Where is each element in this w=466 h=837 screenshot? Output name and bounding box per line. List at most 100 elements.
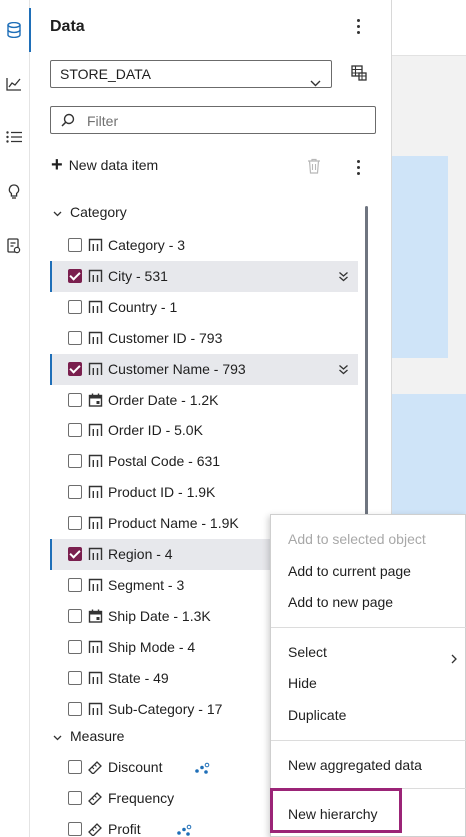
data-item-row[interactable]: Customer ID - 793 (50, 323, 358, 354)
data-item-row[interactable]: Postal Code - 631 (50, 446, 358, 477)
data-item-checkbox[interactable] (68, 454, 82, 469)
data-item-checkbox[interactable] (68, 547, 82, 561)
pane-title: Data (50, 18, 85, 35)
menu-divider (271, 740, 466, 741)
data-item-label: Customer ID - 793 (108, 329, 223, 346)
group-label: Category (70, 204, 127, 220)
chevron-down-icon (53, 204, 62, 220)
calendar-icon (88, 393, 103, 407)
data-item-checkbox[interactable] (68, 608, 82, 623)
chevron-down-icon (53, 728, 62, 744)
data-item-row[interactable]: City - 531 (50, 260, 358, 292)
data-source-value: STORE_DATA (60, 66, 152, 82)
left-rail (0, 0, 31, 837)
scrollbar[interactable] (365, 206, 368, 531)
data-item-row[interactable]: Customer Name - 793 (50, 353, 358, 385)
list-icon[interactable] (5, 128, 23, 146)
new-data-item-button[interactable]: + New data item (51, 154, 159, 176)
pane-options-icon[interactable] (350, 16, 366, 36)
data-item-checkbox[interactable] (68, 238, 82, 252)
data-item-checkbox[interactable] (68, 268, 82, 283)
menu-duplicate[interactable]: Duplicate (288, 707, 346, 723)
data-item-checkbox[interactable] (68, 791, 82, 806)
data-item-label: Order Date - 1.2K (108, 391, 219, 408)
data-item-row[interactable]: Product ID - 1.9K (50, 477, 358, 508)
report-icon[interactable] (5, 237, 23, 255)
lightbulb-icon[interactable] (5, 183, 23, 201)
chevron-right-icon (451, 651, 457, 669)
data-source-select[interactable]: STORE_DATA (50, 60, 332, 88)
data-item-checkbox[interactable] (68, 639, 82, 654)
data-item-label: Ship Mode - 4 (108, 638, 196, 655)
data-item-checkbox[interactable] (68, 485, 82, 500)
category-icon (88, 516, 103, 530)
data-item-label: Customer Name - 793 (108, 360, 246, 377)
measure-icon (88, 760, 103, 776)
group-label: Measure (70, 728, 125, 745)
data-item-checkbox[interactable] (68, 822, 82, 837)
category-icon (88, 702, 103, 716)
menu-add-to-new-page[interactable]: Add to new page (288, 594, 393, 610)
new-data-item-label: New data item (68, 157, 159, 173)
menu-hide[interactable]: Hide (288, 675, 317, 691)
group-measure[interactable]: Measure (53, 728, 124, 744)
category-icon (88, 238, 103, 252)
menu-select[interactable]: Select (288, 644, 327, 660)
category-icon (88, 423, 103, 437)
data-item-label: Region - 4 (108, 546, 173, 562)
expand-icon[interactable] (338, 269, 349, 285)
data-item-options-icon[interactable] (350, 157, 366, 177)
category-icon (88, 362, 103, 376)
category-icon (88, 578, 103, 592)
data-item-label: Category - 3 (108, 237, 186, 253)
measure-label: Discount (108, 759, 163, 776)
data-item-checkbox[interactable] (68, 516, 82, 531)
menu-add-to-current-page[interactable]: Add to current page (288, 563, 411, 579)
measure-icon (88, 822, 103, 837)
data-item-label: Postal Code - 631 (108, 453, 221, 470)
data-item-checkbox[interactable] (68, 299, 82, 314)
data-item-label: City - 531 (108, 267, 168, 284)
data-item-label: Country - 1 (108, 298, 178, 315)
data-item-label: Product ID - 1.9K (108, 484, 216, 501)
data-item-checkbox[interactable] (68, 760, 82, 775)
chevron-down-icon (310, 69, 321, 95)
group-category[interactable]: Category (53, 204, 127, 220)
data-item-checkbox[interactable] (68, 423, 82, 438)
data-item-checkbox[interactable] (68, 701, 82, 716)
data-item-row[interactable]: Order Date - 1.2K (50, 385, 358, 416)
data-item-label: Product Name - 1.9K (108, 515, 239, 532)
expand-icon[interactable] (338, 362, 349, 378)
data-item-checkbox[interactable] (68, 670, 82, 685)
data-item-row[interactable]: Country - 1 (50, 292, 358, 323)
trash-icon[interactable] (307, 158, 321, 179)
data-item-row[interactable]: Order ID - 5.0K (50, 415, 358, 446)
measure-label: Profit (108, 821, 141, 837)
plus-icon: + (51, 154, 63, 176)
menu-new-aggregated-data[interactable]: New aggregated data (288, 757, 422, 773)
category-icon (88, 671, 103, 685)
data-item-checkbox[interactable] (68, 330, 82, 345)
line-chart-icon[interactable] (5, 75, 23, 93)
data-item-checkbox[interactable] (68, 577, 82, 592)
search-icon (61, 113, 75, 132)
filter-input[interactable]: Filter (50, 106, 376, 134)
category-icon (88, 640, 103, 654)
measure-icon (88, 791, 103, 807)
category-icon (88, 454, 103, 468)
data-item-label: Segment - 3 (108, 576, 185, 593)
category-icon (88, 547, 103, 561)
highlight-box (270, 788, 402, 833)
data-item-label: Sub-Category - 17 (108, 700, 223, 717)
category-icon (88, 269, 103, 283)
menu-divider (271, 627, 466, 628)
data-item-label: Order ID - 5.0K (108, 422, 203, 439)
menu-add-to-selected-object: Add to selected object (288, 531, 426, 547)
database-icon[interactable] (5, 21, 23, 39)
canvas-object[interactable] (392, 156, 448, 358)
data-item-checkbox[interactable] (68, 361, 82, 376)
data-item-row[interactable]: Category - 3 (50, 230, 358, 261)
data-item-label: State - 49 (108, 669, 169, 686)
data-source-table-icon[interactable] (351, 65, 367, 86)
data-item-checkbox[interactable] (68, 392, 82, 407)
